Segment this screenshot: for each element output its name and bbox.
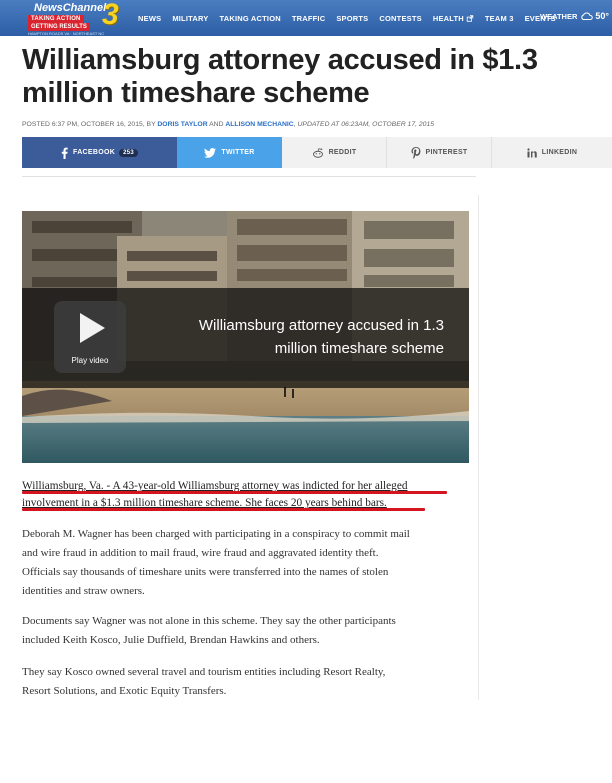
share-divider	[22, 176, 476, 177]
top-nav-bar: NewsChannel TAKING ACTION GETTING RESULT…	[0, 0, 612, 36]
paragraph-1-line-3: Officials say thousands of timeshare uni…	[22, 566, 389, 578]
reddit-icon	[312, 147, 323, 158]
weather-label: WEATHER	[540, 11, 578, 21]
logo-region: HAMPTON ROADS VA · NORTHEAST NC	[28, 31, 105, 36]
facebook-share-button[interactable]: FACEBOOK 253	[22, 137, 177, 168]
share-bar: FACEBOOK 253 TWITTER REDDIT PINTEREST LI…	[22, 137, 612, 168]
pinterest-share-button[interactable]: PINTEREST	[387, 137, 492, 168]
logo-number: 3	[102, 0, 119, 31]
nav-item-health-label: HEALTH	[432, 13, 464, 23]
byline-updated: , UPDATED AT 06:23AM, OCTOBER 17, 2015	[293, 121, 435, 128]
cloud-icon	[581, 12, 594, 20]
logo-tagline-1: TAKING ACTION	[28, 15, 84, 23]
facebook-icon	[61, 147, 68, 159]
logo-tagline-2: GETTING RESULTS	[28, 23, 90, 31]
reddit-share-button[interactable]: REDDIT	[282, 137, 387, 168]
paragraph-2-line-1: Documents say Wagner was not alone in th…	[22, 615, 396, 627]
main-nav: NEWS MILITARY TAKING ACTION TRAFFIC SPOR…	[138, 0, 567, 36]
play-icon	[80, 313, 105, 343]
video-title: Williamsburg attorney accused in 1.3 mil…	[142, 314, 444, 360]
nav-item-health[interactable]: HEALTH	[433, 14, 474, 23]
facebook-label: FACEBOOK	[73, 149, 116, 156]
paragraph-2-line-2: included Keith Kosco, Julie Duffield, Br…	[22, 634, 320, 646]
byline-and: AND	[209, 121, 224, 128]
linkedin-share-button[interactable]: LINKEDIN	[492, 137, 612, 168]
nav-item-sports[interactable]: SPORTS	[336, 14, 368, 23]
article-headline: Williamsburg attorney accused in $1.3 mi…	[22, 44, 538, 109]
site-logo[interactable]: NewsChannel TAKING ACTION GETTING RESULT…	[28, 0, 124, 36]
nav-item-team-3[interactable]: TEAM 3	[485, 14, 514, 23]
nav-item-weather[interactable]: WEATHER 50°	[540, 11, 609, 21]
nav-item-military[interactable]: MILITARY	[172, 14, 208, 23]
linkedin-label: LINKEDIN	[541, 149, 578, 156]
twitter-icon	[204, 147, 217, 158]
article-paragraph-3: They say Kosco owned several travel and …	[22, 663, 472, 701]
paragraph-3-line-1: They say Kosco owned several travel and …	[22, 666, 386, 678]
highlight-underline-2	[22, 508, 425, 511]
nav-item-traffic[interactable]: TRAFFIC	[292, 14, 325, 23]
twitter-label: TWITTER	[221, 149, 255, 156]
twitter-share-button[interactable]: TWITTER	[177, 137, 282, 168]
video-player[interactable]: Play video Williamsburg attorney accused…	[22, 211, 469, 463]
author-link-2[interactable]: ALLISON MECHANIC	[225, 121, 293, 128]
sidebar-divider	[478, 195, 479, 700]
pinterest-icon	[411, 146, 420, 159]
play-video-button[interactable]: Play video	[54, 301, 126, 373]
video-title-line-1: Williamsburg attorney accused in 1.3	[198, 317, 444, 334]
logo-name: NewsChannel	[34, 2, 107, 14]
linkedin-icon	[527, 147, 537, 157]
author-link-1[interactable]: DORIS TAYLOR	[157, 121, 207, 128]
facebook-share-count: 253	[119, 148, 138, 157]
byline-posted: POSTED 6:37 PM, OCTOBER 16, 2015, BY	[22, 121, 156, 128]
article-paragraph-1: Deborah M. Wagner has been charged with …	[22, 525, 472, 601]
paragraph-1-line-1: Deborah M. Wagner has been charged with …	[22, 528, 410, 540]
external-link-icon	[466, 14, 474, 22]
paragraph-3-line-2: Resort Solutions, and Exotic Equity Tran…	[22, 685, 227, 697]
nav-item-news[interactable]: NEWS	[138, 14, 161, 23]
byline: POSTED 6:37 PM, OCTOBER 16, 2015, BY DOR…	[22, 121, 434, 128]
play-video-label: Play video	[71, 356, 109, 365]
article-paragraph-2: Documents say Wagner was not alone in th…	[22, 612, 472, 650]
paragraph-1-line-2: and wire fraud in addition to mail fraud…	[22, 547, 379, 559]
weather-temp: 50°	[595, 11, 609, 21]
article-lede: Williamsburg, Va. - A 43-year-old Willia…	[22, 478, 472, 512]
pinterest-label: PINTEREST	[425, 149, 468, 156]
reddit-label: REDDIT	[328, 149, 357, 156]
highlight-underline-1	[22, 491, 447, 494]
video-title-line-2: million timeshare scheme	[274, 340, 444, 357]
paragraph-1-line-4: identities and straw owners.	[22, 585, 145, 597]
nav-item-taking-action[interactable]: TAKING ACTION	[220, 14, 281, 23]
nav-item-contests[interactable]: CONTESTS	[379, 14, 421, 23]
